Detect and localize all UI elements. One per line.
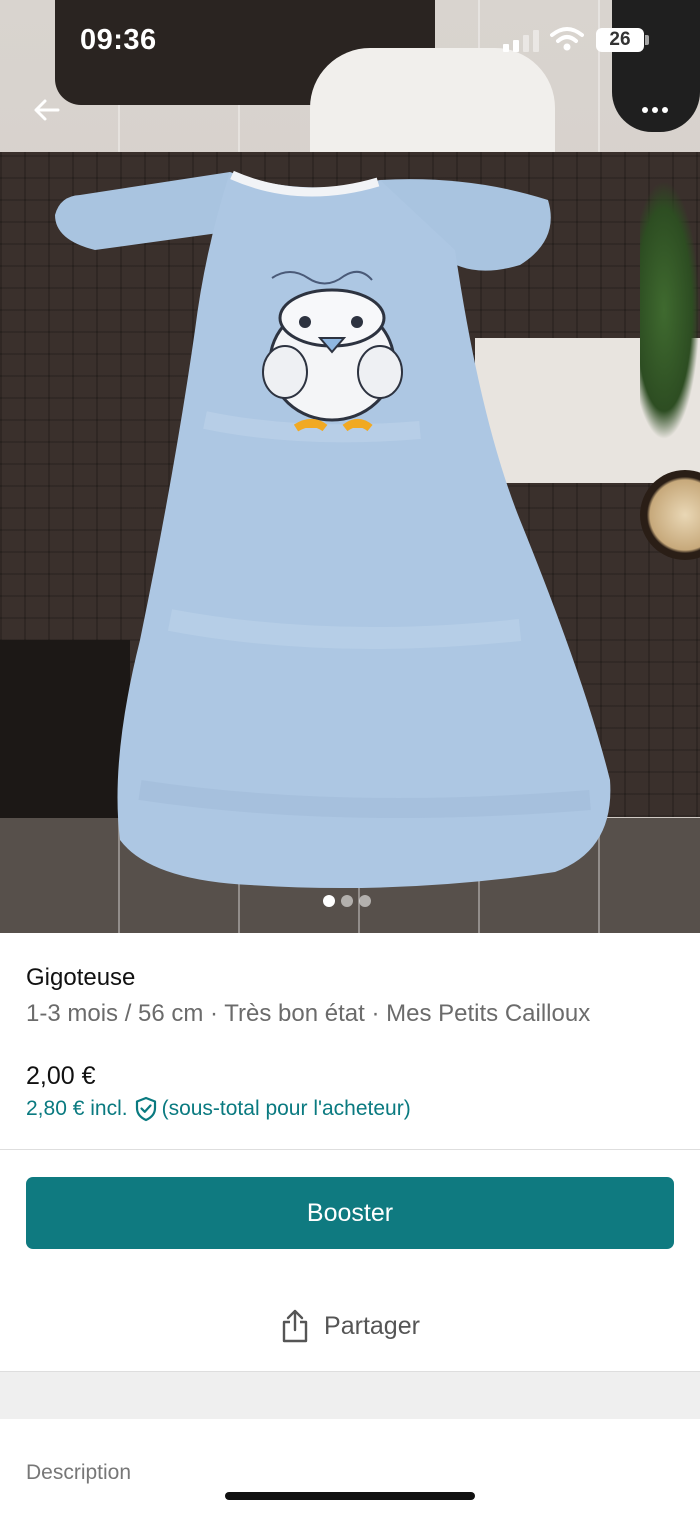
item-title: Gigoteuse — [26, 964, 136, 991]
item-subtitle: 1-3 mois / 56 cm · Très bon état · Mes P… — [26, 1000, 591, 1027]
pager-dot-2[interactable] — [341, 895, 353, 907]
more-dot — [642, 107, 648, 113]
item-photo[interactable] — [0, 0, 700, 933]
share-icon — [282, 1309, 308, 1343]
more-dot — [662, 107, 668, 113]
status-time: 09:36 — [80, 24, 157, 56]
price-note: (sous-total pour l'acheteur) — [161, 1097, 411, 1120]
cellular-signal-icon — [503, 30, 539, 52]
section-separator — [0, 1372, 700, 1419]
home-indicator[interactable] — [225, 1492, 475, 1500]
buyer-price-info[interactable]: 2,80 € incl. (sous-total pour l'acheteur… — [26, 1096, 411, 1122]
sleeping-bag-illustration — [55, 170, 611, 889]
price-incl: 2,80 € incl. — [26, 1097, 128, 1120]
share-button[interactable]: Partager — [26, 1290, 674, 1362]
description-heading: Description — [26, 1461, 132, 1484]
photo-pager[interactable] — [323, 895, 371, 907]
more-dot — [652, 107, 658, 113]
item-price: 2,00 € — [26, 1062, 96, 1090]
back-button[interactable] — [24, 90, 68, 130]
divider — [0, 1149, 700, 1150]
shield-check-icon — [134, 1096, 158, 1122]
pager-dot-3[interactable] — [359, 895, 371, 907]
battery-icon: 26 — [596, 28, 644, 52]
arrow-left-icon — [34, 99, 60, 121]
status-bar: 09:36 26 — [0, 0, 700, 84]
share-label: Partager — [324, 1311, 420, 1340]
more-options-button[interactable] — [630, 90, 680, 130]
pager-dot-1[interactable] — [323, 895, 335, 907]
wifi-icon — [550, 27, 584, 51]
booster-button[interactable]: Booster — [26, 1177, 674, 1249]
battery-tip — [645, 35, 649, 45]
